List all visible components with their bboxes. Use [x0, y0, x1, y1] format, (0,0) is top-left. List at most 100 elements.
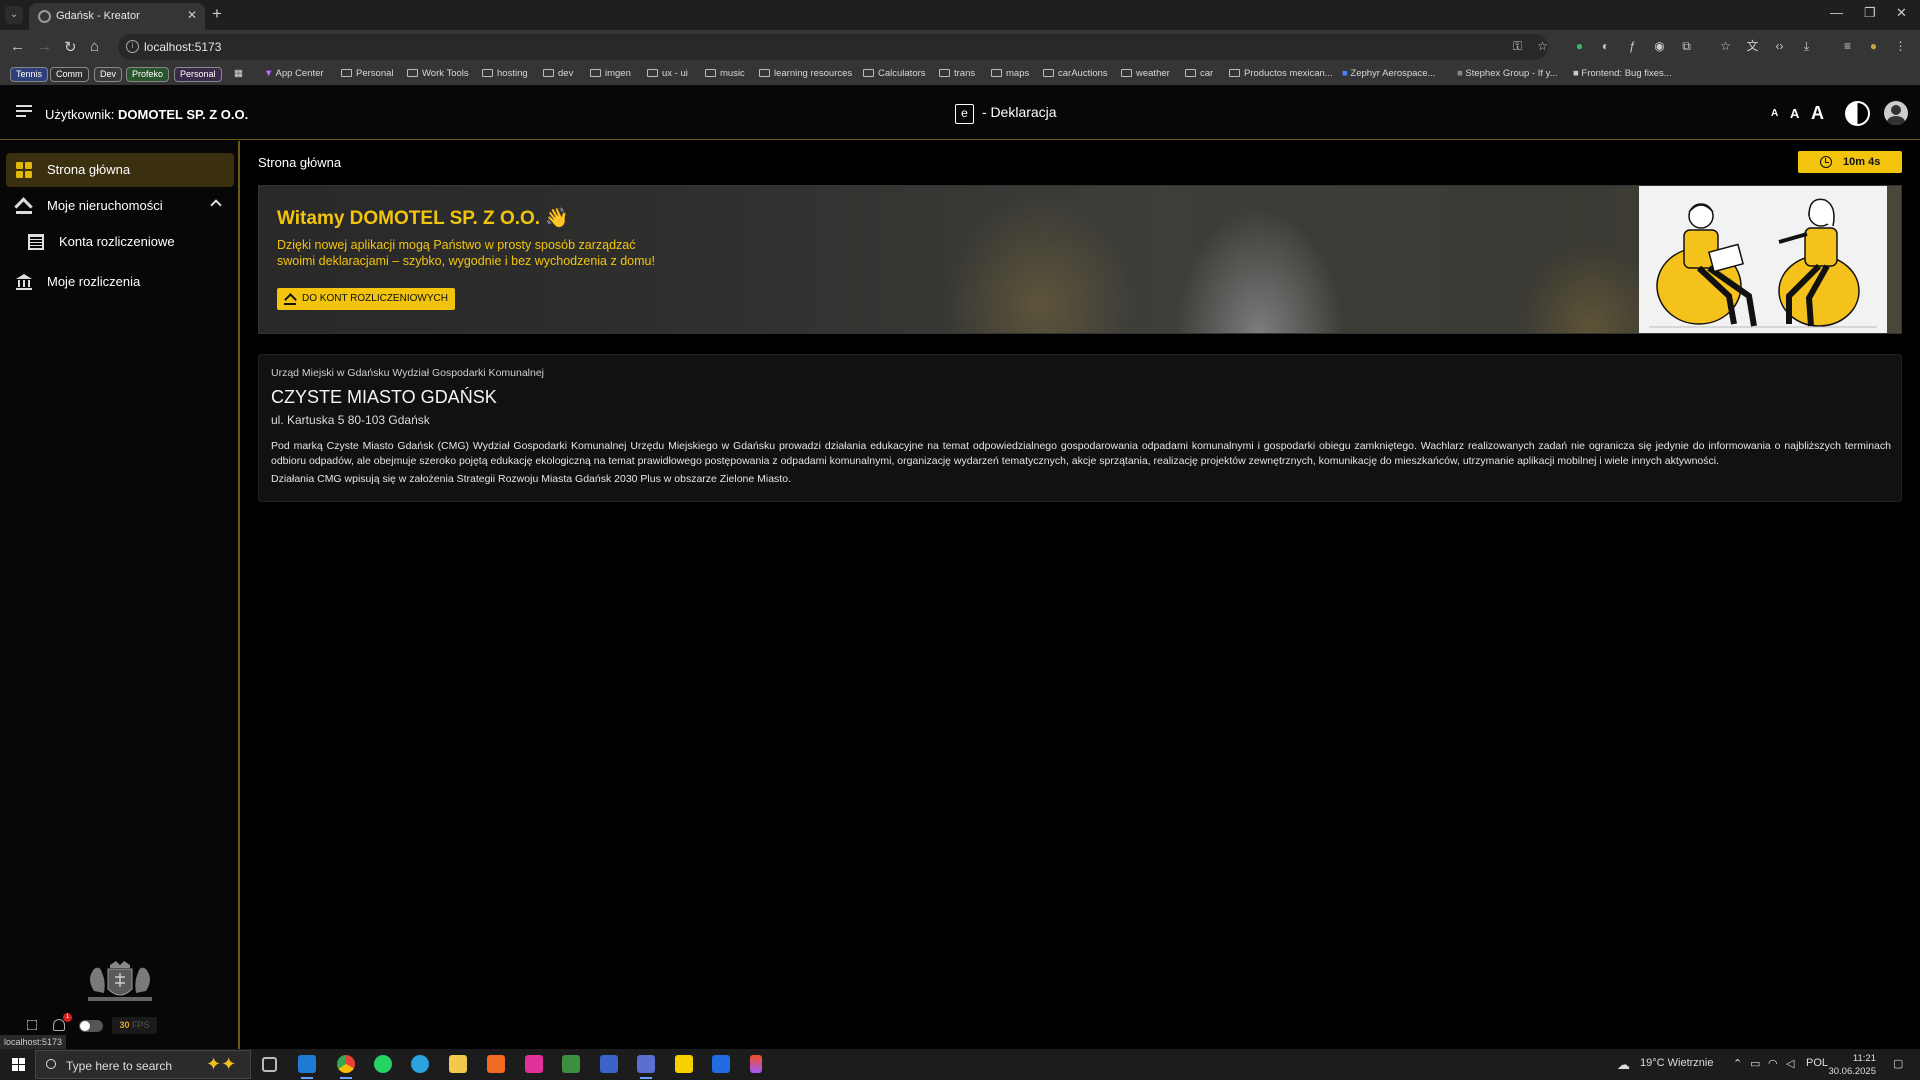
weather-icon[interactable]: ☁	[1617, 1057, 1630, 1073]
app-pink-icon[interactable]	[525, 1055, 543, 1073]
translate-icon[interactable]: 文	[1745, 39, 1760, 54]
user-avatar-icon[interactable]	[1884, 101, 1908, 125]
taskbar-clock[interactable]: 11:21 30.06.2025	[1828, 1052, 1876, 1078]
menu-toggle-icon[interactable]	[16, 105, 32, 117]
bookmark-folder[interactable]: carAuctions	[1043, 68, 1108, 79]
reading-list-icon[interactable]: ≡	[1840, 39, 1855, 54]
weather-text[interactable]: 19°C Wietrznie	[1640, 1057, 1713, 1069]
bookmarks-star-icon[interactable]: ☆	[1718, 39, 1733, 54]
fps-unit: FPS	[132, 1020, 150, 1030]
restore-button[interactable]: ❐	[1864, 5, 1876, 21]
bookmark-pill[interactable]: Personal	[174, 67, 222, 82]
figma-app-icon[interactable]	[750, 1055, 762, 1073]
download-icon[interactable]: ⤓	[1799, 39, 1814, 54]
chevron-up-icon[interactable]	[210, 199, 222, 211]
taskbar-search[interactable]: Type here to search ✦✦	[35, 1050, 251, 1079]
vscode-app-icon[interactable]	[298, 1055, 316, 1079]
font-size-small-button[interactable]: A	[1771, 108, 1778, 119]
battery-icon[interactable]: ▭	[1750, 1057, 1760, 1070]
sticky-notes-app-icon[interactable]	[675, 1055, 693, 1073]
site-info-icon[interactable]: i	[126, 40, 139, 53]
browser-toolbar: ← → ↻ ⌂ i localhost:5173 ⚿ ☆ ● ◐ ƒ ◉ ⧉ ☆…	[0, 30, 1920, 64]
tab-search-button[interactable]: ⌄	[5, 6, 23, 24]
bookmark-folder[interactable]: Productos mexican...	[1229, 68, 1333, 79]
power-automate-app-icon[interactable]	[712, 1055, 730, 1073]
bookmark-folder[interactable]: Personal	[341, 68, 394, 79]
bookmark-pill[interactable]: Dev	[94, 67, 123, 82]
new-tab-button[interactable]: +	[212, 4, 222, 24]
sidebar-item-properties[interactable]: Moje nieruchomości	[6, 189, 234, 223]
home-icon[interactable]: ⌂	[90, 38, 99, 55]
extension-function-icon[interactable]: ƒ	[1625, 39, 1640, 54]
task-view-icon[interactable]	[262, 1057, 277, 1072]
clock-time: 11:21	[1852, 1053, 1876, 1064]
notifications-icon[interactable]: ▢	[1893, 1057, 1903, 1070]
bookmark-pill[interactable]: Comm	[50, 67, 89, 82]
apps-grid-icon[interactable]: ▦	[234, 68, 243, 79]
tray-chevron-up-icon[interactable]: ⌃	[1733, 1057, 1742, 1070]
sidebar-item-settlements[interactable]: Moje rozliczenia	[6, 265, 234, 299]
reload-icon[interactable]: ↻	[64, 38, 77, 56]
theme-toggle[interactable]	[79, 1020, 103, 1032]
go-to-accounts-button[interactable]: DO KONT ROZLICZENIOWYCH	[277, 288, 455, 310]
extension-globe-icon[interactable]: ◉	[1652, 39, 1667, 54]
bookmark-link[interactable]: ■ Zephyr Aerospace...	[1342, 68, 1435, 79]
bookmark-folder[interactable]: Work Tools	[407, 68, 469, 79]
bookmark-star-icon[interactable]: ☆	[1535, 39, 1550, 54]
tab-close-icon[interactable]: ✕	[187, 8, 197, 22]
bookmark-app-center[interactable]: ▼ App Center	[264, 68, 324, 79]
bookmark-folder[interactable]: hosting	[482, 68, 528, 79]
bookmark-link[interactable]: ■ Frontend: Bug fixes...	[1573, 68, 1672, 79]
bell-icon[interactable]	[53, 1019, 65, 1031]
clock-date: 30.06.2025	[1828, 1066, 1876, 1077]
bookmark-pill[interactable]: Profeko	[126, 67, 170, 82]
bookmark-folder[interactable]: car	[1185, 68, 1213, 79]
bookmark-folder[interactable]: weather	[1121, 68, 1170, 79]
app-shield-icon[interactable]	[600, 1055, 618, 1073]
bookmark-folder[interactable]: imgen	[590, 68, 631, 79]
sidebar-item-settlement-accounts[interactable]: Konta rozliczeniowe	[6, 225, 234, 259]
back-icon[interactable]: ←	[10, 38, 25, 55]
app-remote-icon[interactable]	[637, 1055, 655, 1079]
bookmark-folder[interactable]: music	[705, 68, 745, 79]
browser-tab[interactable]: Gdańsk - Kreator ✕	[29, 3, 205, 30]
cursor-select-icon[interactable]	[27, 1020, 37, 1030]
bookmark-folder[interactable]: maps	[991, 68, 1029, 79]
devtools-code-icon[interactable]: ‹›	[1772, 39, 1787, 54]
bookmark-folder[interactable]: Calculators	[863, 68, 926, 79]
windows-start-icon[interactable]	[12, 1058, 25, 1071]
font-size-large-button[interactable]: A	[1811, 103, 1824, 124]
sidebar-item-home[interactable]: Strona główna	[6, 153, 234, 187]
font-size-medium-button[interactable]: A	[1790, 106, 1799, 121]
bookmark-folder[interactable]: learning resources	[759, 68, 852, 79]
app-orange-icon[interactable]	[487, 1055, 505, 1073]
address-bar[interactable]: i localhost:5173	[118, 34, 1548, 60]
telegram-app-icon[interactable]	[411, 1055, 429, 1073]
taskbar-search-placeholder[interactable]: Type here to search	[66, 1059, 172, 1073]
language-indicator[interactable]: POL	[1806, 1057, 1828, 1069]
bookmark-link[interactable]: ■ Stephex Group - If y...	[1457, 68, 1558, 79]
file-explorer-app-icon[interactable]	[449, 1055, 467, 1073]
user-info: Użytkownik: DOMOTEL SP. Z O.O.	[45, 107, 248, 122]
minimize-button[interactable]: —	[1830, 5, 1843, 20]
extension-green-icon[interactable]: ●	[1572, 39, 1587, 54]
whatsapp-app-icon[interactable]	[374, 1055, 392, 1073]
app-green-icon[interactable]	[562, 1055, 580, 1073]
extensions-puzzle-icon[interactable]: ⧉	[1679, 39, 1694, 54]
profile-avatar-icon[interactable]: ●	[1866, 39, 1881, 54]
extension-circle-icon[interactable]: ◐	[1598, 39, 1613, 54]
browser-menu-icon[interactable]: ⋮	[1893, 39, 1908, 54]
bookmark-folder[interactable]: ux - ui	[647, 68, 688, 79]
chrome-app-icon[interactable]	[337, 1055, 355, 1079]
network-icon[interactable]: ◠	[1768, 1057, 1778, 1070]
close-window-button[interactable]: ✕	[1896, 5, 1907, 21]
password-key-icon[interactable]: ⚿	[1510, 39, 1525, 54]
bookmark-folder[interactable]: dev	[543, 68, 573, 79]
sidebar: Strona główna Moje nieruchomości Konta r…	[0, 141, 240, 1049]
volume-icon[interactable]: ◁	[1786, 1057, 1794, 1070]
bookmark-folder[interactable]: trans	[939, 68, 975, 79]
address-url[interactable]: localhost:5173	[144, 40, 221, 54]
forward-icon[interactable]: →	[37, 38, 52, 55]
contrast-toggle-icon[interactable]	[1845, 101, 1870, 126]
bookmark-pill[interactable]: Tennis	[10, 67, 49, 82]
